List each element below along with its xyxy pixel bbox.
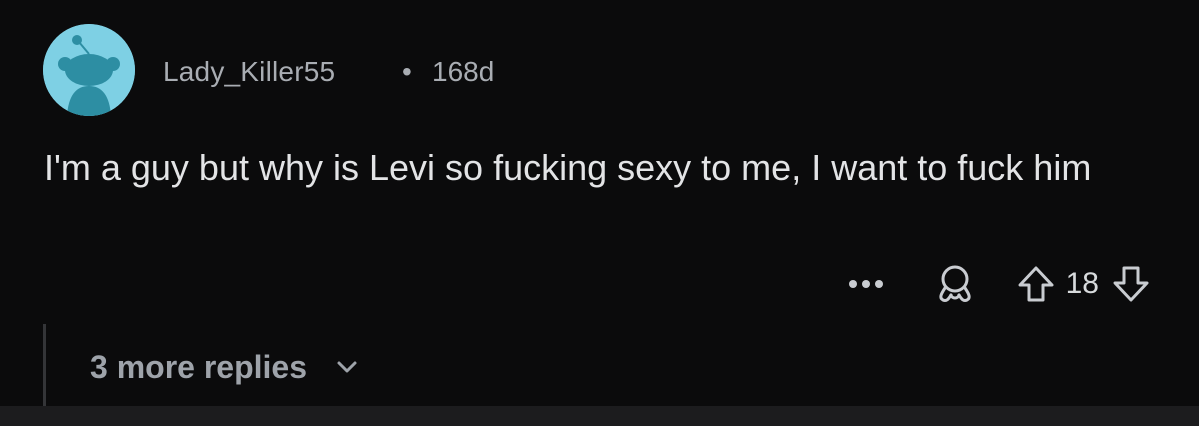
comment-author[interactable]: Lady_Killer55 (163, 54, 335, 90)
thread-line[interactable] (43, 324, 46, 406)
comment-body: I'm a guy but why is Levi so fucking sex… (44, 147, 1092, 188)
meta-separator: • (402, 56, 412, 87)
chevron-down-icon (335, 355, 359, 379)
vote-count: 18 (1065, 267, 1099, 300)
more-replies-button[interactable]: 3 more replies (90, 346, 359, 388)
vote-controls: 18 (1014, 260, 1153, 308)
snoo-avatar-icon (43, 24, 135, 116)
arrow-down-icon[interactable] (1109, 260, 1153, 308)
more-replies-label: 3 more replies (90, 349, 307, 385)
next-comment-divider (0, 406, 1199, 426)
comment-age: 168d (432, 56, 495, 87)
comment-actions: 18 (846, 260, 1153, 308)
award-icon[interactable] (930, 260, 980, 308)
more-horizontal-icon[interactable] (846, 264, 886, 304)
arrow-up-icon[interactable] (1014, 260, 1058, 308)
comment-card: Lady_Killer55 • 168d I'm a guy but why i… (0, 0, 1199, 406)
user-avatar[interactable] (43, 24, 135, 116)
